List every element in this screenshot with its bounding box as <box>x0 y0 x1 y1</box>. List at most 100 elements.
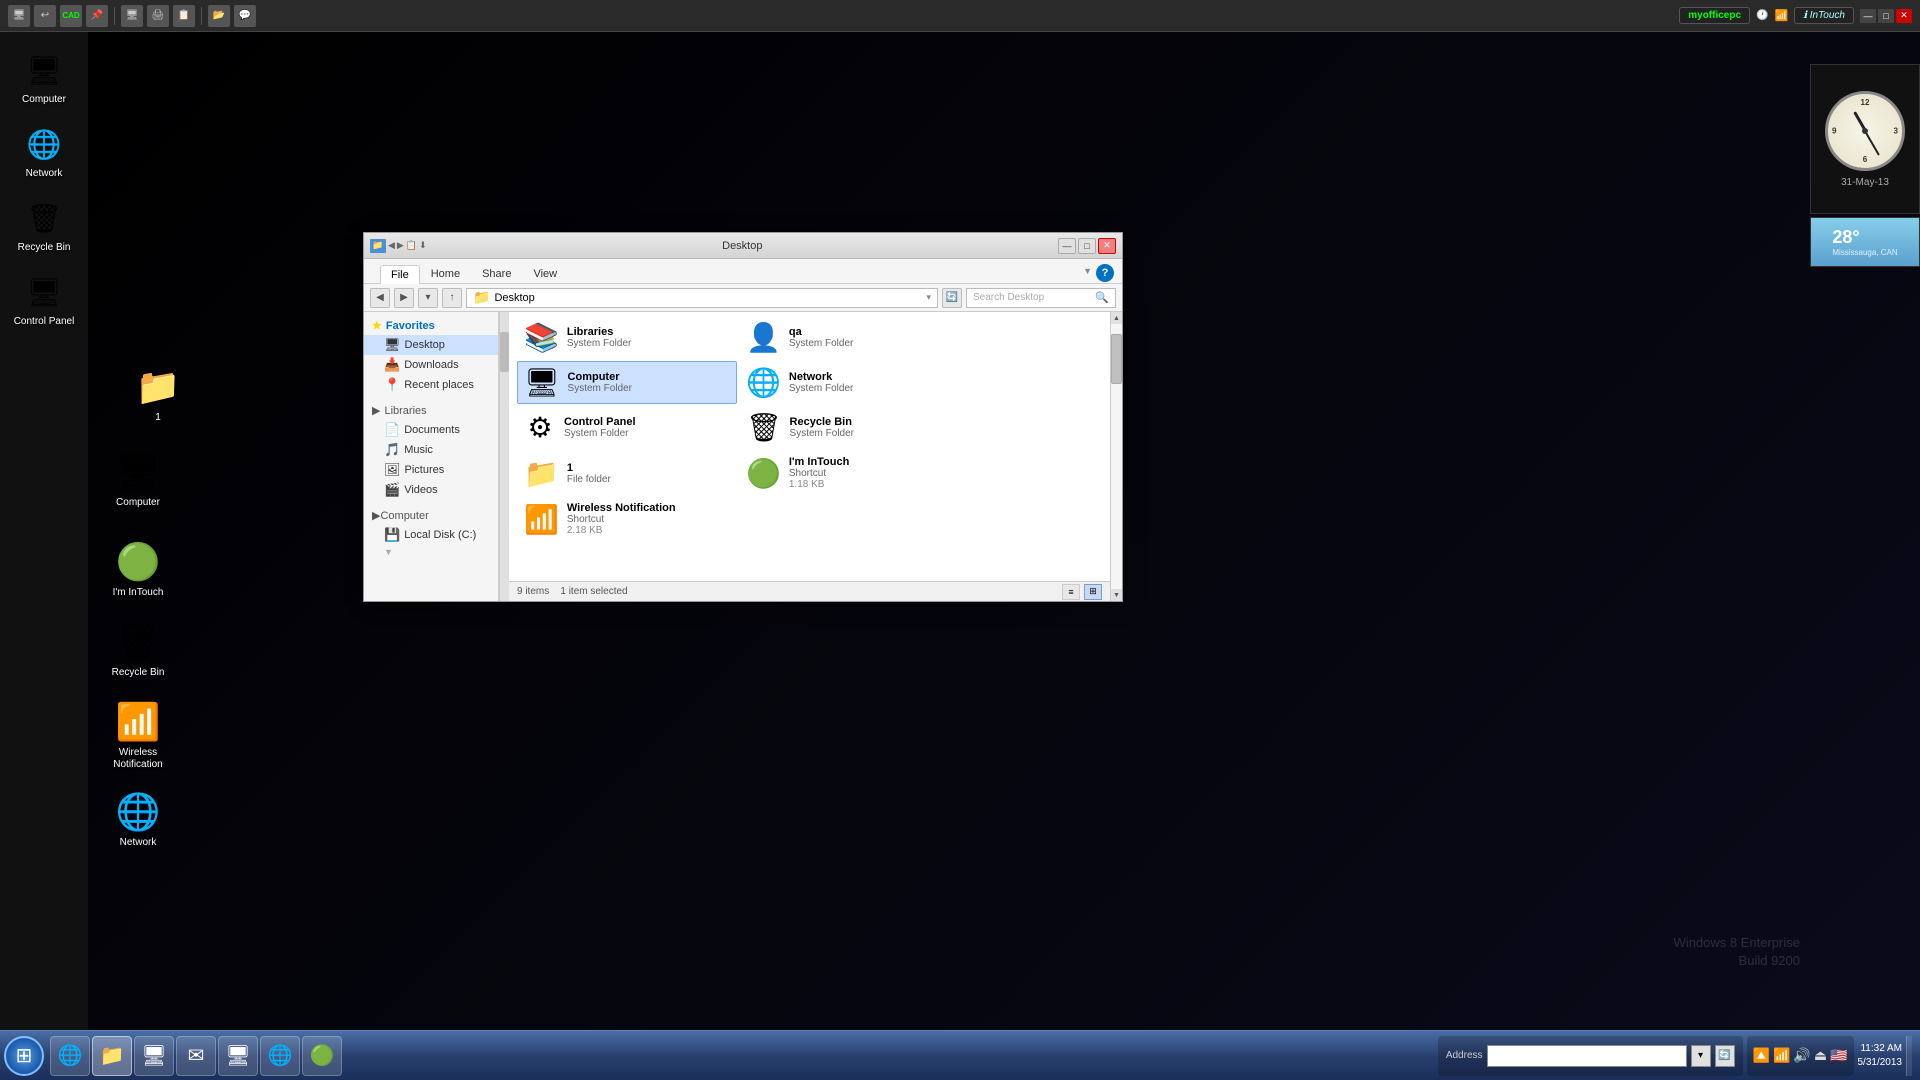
toolbar-icon-cad[interactable]: CAD <box>60 5 82 27</box>
explorer-toolbar-icon4[interactable]: ⬇ <box>419 240 427 251</box>
scroll-up-button[interactable]: ▲ <box>1111 312 1122 324</box>
refresh-button[interactable]: 🔄 <box>942 288 962 308</box>
tab-file[interactable]: File <box>380 265 420 284</box>
list-view-button[interactable]: ≡ <box>1062 584 1080 600</box>
file-item-qa[interactable]: 👤 qa System Folder <box>739 316 959 359</box>
content-scrollbar[interactable]: ▲ ▼ <box>1110 312 1122 601</box>
sidebar-libraries-label: Libraries <box>384 405 426 417</box>
start-button[interactable]: ⊞ <box>4 1036 44 1076</box>
tray-safety-remove-icon[interactable]: ⏏ <box>1814 1047 1827 1064</box>
remote-close-button[interactable]: ✕ <box>1896 9 1912 23</box>
address-path[interactable]: 📁 Desktop ▾ <box>466 288 938 308</box>
taskbar-pinned: 🌐 📁 🖥 ✉ 🖥 🌐 🟢 <box>50 1036 342 1076</box>
toolbar-icon-pin[interactable]: 📌 <box>86 5 108 27</box>
tray-expand-icon[interactable]: 🔼 <box>1753 1047 1770 1064</box>
myofficepc-badge[interactable]: myofficepc <box>1679 7 1750 24</box>
clock-minute-hand <box>1864 130 1880 155</box>
sidebar-item-music[interactable]: 🎵 Music <box>364 440 498 460</box>
file-item-control-panel[interactable]: ⚙ Control Panel System Folder <box>517 406 737 449</box>
sidebar-libraries-header[interactable]: ▶ Libraries <box>364 401 498 420</box>
tab-view[interactable]: View <box>522 264 568 283</box>
taskbar-ie-button[interactable]: 🌐 <box>50 1036 90 1076</box>
show-desktop-button[interactable] <box>1906 1036 1912 1076</box>
remote-maximize-button[interactable]: □ <box>1878 9 1894 23</box>
tab-share[interactable]: Share <box>471 264 522 283</box>
toolbar-icon-0[interactable]: 🖥 <box>8 5 30 27</box>
qa-file-name: qa <box>789 326 853 338</box>
taskbar-intouch-button[interactable]: 🟢 <box>302 1036 342 1076</box>
desktop-icon-folder-1[interactable]: 📁 1 <box>118 362 198 428</box>
toolbar-icon-chat[interactable]: 💬 <box>234 5 256 27</box>
left-icon-network[interactable]: 🌐 Network <box>4 116 84 188</box>
file-item-folder1[interactable]: 📁 1 File folder <box>517 451 737 495</box>
network-desk-icon: 🌐 <box>116 791 161 833</box>
desktop-icon-recycle[interactable]: 🗑 Recycle Bin <box>98 617 178 683</box>
taskbar-btn-5[interactable]: 🖥 <box>218 1036 258 1076</box>
scrollbar-track[interactable] <box>1111 324 1122 589</box>
file-item-recycle-bin[interactable]: 🗑 Recycle Bin System Folder <box>739 406 959 449</box>
toolbar-icon-clipboard[interactable]: 📋 <box>173 5 195 27</box>
search-box[interactable]: Search Desktop 🔍 <box>966 288 1116 308</box>
desktop-icon-network[interactable]: 🌐 Network <box>98 787 178 853</box>
explorer-toolbar-icon2[interactable]: ▶ <box>397 240 404 251</box>
sidebar-item-videos[interactable]: 🎬 Videos <box>364 480 498 500</box>
tab-home[interactable]: Home <box>420 264 471 283</box>
desktop-icon-wireless[interactable]: 📶 Wireless Notification <box>98 697 178 775</box>
explorer-close-button[interactable]: ✕ <box>1098 238 1116 254</box>
status-selected-text: 1 item selected <box>560 586 627 597</box>
taskbar-btn-3[interactable]: 🖥 <box>134 1036 174 1076</box>
recent-button[interactable]: ▾ <box>418 288 438 308</box>
ribbon-expand-icon[interactable]: ▼ <box>1083 266 1092 276</box>
ribbon-help-button[interactable]: ? <box>1096 264 1114 282</box>
qa-file-info: qa System Folder <box>789 326 853 349</box>
taskbar-explorer-button[interactable]: 📁 <box>92 1036 132 1076</box>
sidebar-item-desktop[interactable]: 🖥 Desktop <box>364 335 498 355</box>
file-item-wireless[interactable]: 📶 Wireless Notification Shortcut 2.18 KB <box>517 497 737 541</box>
tray-more-icon[interactable]: 🇺🇸 <box>1830 1047 1847 1064</box>
file-item-network[interactable]: 🌐 Network System Folder <box>739 361 959 404</box>
sidebar-item-recent[interactable]: 📍 Recent places <box>364 375 498 395</box>
sidebar-item-pictures[interactable]: 🖼 Pictures <box>364 460 498 480</box>
toolbar-icon-monitor[interactable]: 🖥 <box>121 5 143 27</box>
toolbar-icon-1[interactable]: ↩ <box>34 5 56 27</box>
file-item-imintouch[interactable]: 🟢 I'm InTouch Shortcut 1.18 KB <box>739 451 959 495</box>
address-go-button[interactable]: ▾ <box>1691 1045 1711 1067</box>
sidebar-item-downloads[interactable]: 📥 Downloads <box>364 355 498 375</box>
clock-tray[interactable]: 11:32 AM 5/31/2013 <box>1858 1042 1903 1070</box>
scroll-down-button[interactable]: ▼ <box>1111 589 1122 601</box>
explorer-minimize-button[interactable]: — <box>1058 238 1076 254</box>
sidebar-favorites-header[interactable]: Favorites <box>364 316 498 335</box>
address-refresh-button[interactable]: 🔄 <box>1715 1045 1735 1067</box>
tray-network-icon[interactable]: 📶 <box>1773 1047 1790 1064</box>
recycle-bin-label: Recycle Bin <box>18 242 71 254</box>
recycle-bin-file-type: System Folder <box>790 428 854 439</box>
detail-view-button[interactable]: ⊞ <box>1084 584 1102 600</box>
left-icon-recycle-bin[interactable]: 🗑 Recycle Bin <box>4 190 84 262</box>
sidebar-more-indicator[interactable]: ▼ <box>364 545 498 559</box>
explorer-toolbar-icon1[interactable]: ◀ <box>388 240 395 251</box>
up-button[interactable]: ↑ <box>442 288 462 308</box>
address-dropdown-icon[interactable]: ▾ <box>926 292 931 303</box>
forward-button[interactable]: ▶ <box>394 288 414 308</box>
left-icon-control-panel[interactable]: 🖥 Control Panel <box>4 264 84 336</box>
desktop-icon-computer[interactable]: 🖥 Computer <box>98 447 178 513</box>
desktop-icon-imintouch[interactable]: 🟢 I'm InTouch <box>98 537 178 603</box>
explorer-maximize-button[interactable]: □ <box>1078 238 1096 254</box>
back-button[interactable]: ◀ <box>370 288 390 308</box>
file-item-computer[interactable]: 🖥 Computer System Folder <box>517 361 737 404</box>
sidebar-computer-header[interactable]: ▶ Computer <box>364 506 498 525</box>
address-input[interactable] <box>1487 1045 1687 1067</box>
toolbar-icon-folder[interactable]: 📂 <box>208 5 230 27</box>
left-icon-computer[interactable]: 🖥 Computer <box>4 42 84 114</box>
remote-minimize-button[interactable]: — <box>1860 9 1876 23</box>
explorer-toolbar-icon3[interactable]: 📋 <box>406 240 417 251</box>
intouch-badge[interactable]: ℹ InTouch <box>1794 7 1854 24</box>
toolbar-icon-print[interactable]: 🖨 <box>147 5 169 27</box>
sidebar-item-documents[interactable]: 📄 Documents <box>364 420 498 440</box>
file-item-libraries[interactable]: 📚 Libraries System Folder <box>517 316 737 359</box>
taskbar-btn-6[interactable]: 🌐 <box>260 1036 300 1076</box>
sidebar-scrollbar[interactable] <box>499 312 509 601</box>
tray-volume-icon[interactable]: 🔊 <box>1793 1047 1810 1064</box>
sidebar-item-local-disk[interactable]: 💾 Local Disk (C:) <box>364 525 498 545</box>
taskbar-btn-4[interactable]: ✉ <box>176 1036 216 1076</box>
